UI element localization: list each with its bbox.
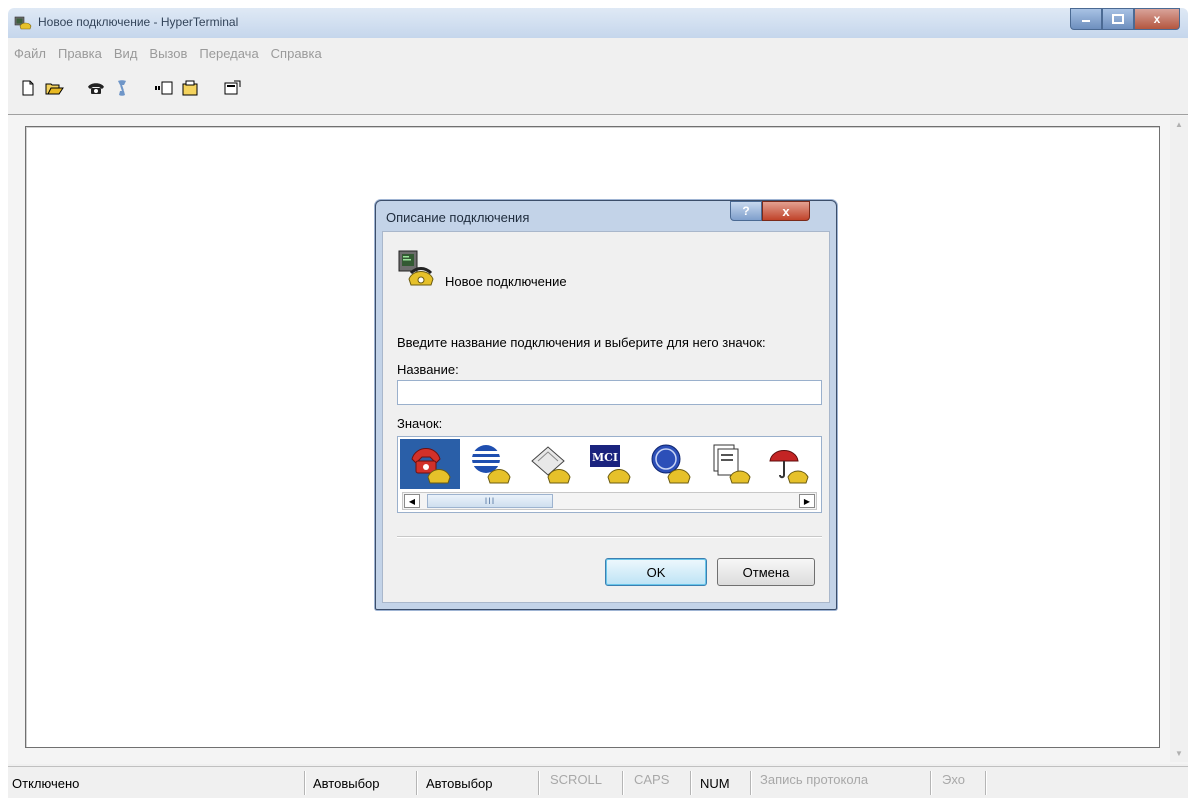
menu-transfer[interactable]: Передача xyxy=(193,44,264,64)
documents-icon xyxy=(713,444,751,484)
cancel-button[interactable]: Отмена xyxy=(717,558,815,586)
send-icon xyxy=(155,81,173,95)
status-scroll: SCROLL xyxy=(550,772,603,787)
grip-icon: III xyxy=(484,496,496,506)
disconnect-icon xyxy=(118,80,126,96)
window-title: Новое подключение - HyperTerminal xyxy=(38,15,239,29)
open-icon xyxy=(45,83,64,95)
icon-option-documents[interactable] xyxy=(700,439,760,489)
maximize-icon xyxy=(1112,14,1124,24)
menu-bar: Файл Правка Вид Вызов Передача Справка xyxy=(8,44,328,64)
status-connection: Отключено xyxy=(12,776,80,791)
status-caps: CAPS xyxy=(634,772,670,787)
red-phone-icon xyxy=(411,448,451,484)
title-bar[interactable]: Новое подключение - HyperTerminal x xyxy=(8,8,1188,38)
dialog-body: Новое подключение Введите название подкл… xyxy=(382,231,830,603)
status-echo: Эхо xyxy=(942,772,965,787)
hyperterminal-window: Новое подключение - HyperTerminal x Файл… xyxy=(0,0,1196,801)
icon-picker-scrollbar[interactable]: ◀ III ▶ xyxy=(402,492,817,510)
new-connection-icon xyxy=(398,250,434,286)
dialog-divider xyxy=(397,536,822,538)
icon-option-mci[interactable]: MCI xyxy=(580,439,640,489)
send-button[interactable] xyxy=(152,76,176,100)
disconnect-button[interactable] xyxy=(110,76,134,100)
ok-button[interactable]: OK xyxy=(605,558,707,586)
toolbar xyxy=(8,74,244,102)
status-bar: Отключено Автовыбор Автовыбор SCROLL CAP… xyxy=(8,766,1188,798)
properties-button[interactable] xyxy=(220,76,244,100)
svg-text:MCI: MCI xyxy=(592,451,618,464)
icon-option-globe[interactable] xyxy=(460,439,520,489)
minimize-button[interactable] xyxy=(1070,8,1102,30)
help-icon: ? xyxy=(742,204,750,218)
globe-icon xyxy=(472,445,511,484)
menu-help[interactable]: Справка xyxy=(265,44,328,64)
icon-option-red-phone[interactable] xyxy=(400,439,460,489)
scroll-up-icon[interactable]: ▲ xyxy=(1175,120,1183,129)
menu-edit[interactable]: Правка xyxy=(52,44,108,64)
connection-name-input[interactable] xyxy=(397,380,822,405)
status-autodetect-2: Автовыбор xyxy=(426,776,493,791)
chevron-left-icon: ◀ xyxy=(408,496,416,506)
status-autodetect-1: Автовыбор xyxy=(313,776,380,791)
close-icon: x xyxy=(1153,12,1161,26)
call-button[interactable] xyxy=(84,76,108,100)
dialog-prompt: Введите название подключения и выберите … xyxy=(397,335,766,350)
status-num: NUM xyxy=(700,776,730,791)
close-icon: x xyxy=(782,203,790,219)
ge-icon xyxy=(651,444,691,484)
fax-icon xyxy=(531,446,571,484)
chevron-right-icon: ▶ xyxy=(803,496,811,506)
scroll-down-icon[interactable]: ▼ xyxy=(1175,749,1183,758)
receive-button[interactable] xyxy=(178,76,202,100)
terminal-vertical-scrollbar[interactable]: ▲ ▼ xyxy=(1170,116,1188,762)
mci-icon: MCI xyxy=(590,445,631,484)
connection-name-caption: Новое подключение xyxy=(445,274,567,289)
hyperterminal-app-icon xyxy=(14,16,32,30)
dialog-close-button[interactable]: x xyxy=(762,201,810,221)
connection-description-dialog: Описание подключения ? x Новое подключен… xyxy=(375,200,837,610)
menu-call[interactable]: Вызов xyxy=(143,44,193,64)
dialog-help-button[interactable]: ? xyxy=(730,201,762,221)
window-controls: x xyxy=(1070,8,1180,30)
umbrella-icon xyxy=(769,450,809,484)
menu-view[interactable]: Вид xyxy=(108,44,144,64)
close-button[interactable]: x xyxy=(1134,8,1180,30)
icon-option-umbrella[interactable] xyxy=(760,439,816,489)
properties-icon xyxy=(224,80,241,95)
new-button[interactable] xyxy=(16,76,40,100)
receive-icon xyxy=(182,80,198,96)
open-button[interactable] xyxy=(42,76,66,100)
menu-file[interactable]: Файл xyxy=(8,44,52,64)
icon-picker[interactable]: MCI ◀ III ▶ xyxy=(397,436,822,513)
status-capture: Запись протокола xyxy=(760,772,869,787)
scroll-right-button[interactable]: ▶ xyxy=(799,494,815,508)
scroll-left-button[interactable]: ◀ xyxy=(404,494,420,508)
new-icon xyxy=(22,80,34,96)
scrollbar-thumb[interactable]: III xyxy=(427,494,553,508)
maximize-button[interactable] xyxy=(1102,8,1134,30)
call-icon xyxy=(88,83,104,94)
icon-label: Значок: xyxy=(397,416,443,431)
minimize-icon xyxy=(1082,20,1090,22)
name-label: Название: xyxy=(397,362,459,377)
icon-option-ge[interactable] xyxy=(640,439,700,489)
icon-option-fax[interactable] xyxy=(520,439,580,489)
dialog-title: Описание подключения xyxy=(386,210,530,225)
